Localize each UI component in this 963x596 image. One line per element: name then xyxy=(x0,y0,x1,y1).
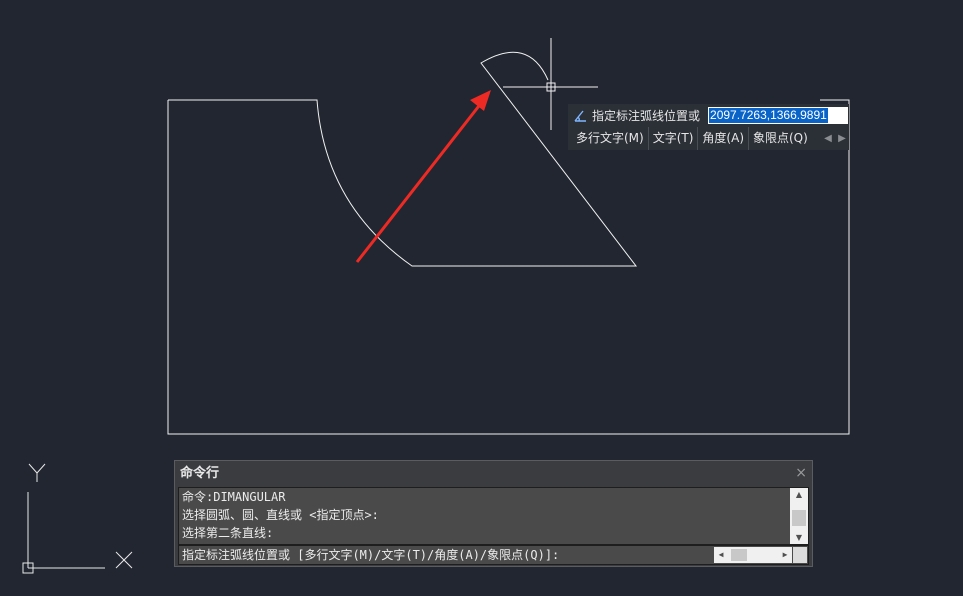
scroll-thumb[interactable] xyxy=(792,510,806,526)
command-history: 命令:DIMANGULAR 选择圆弧、圆、直线或 <指定顶点>: 选择第二条直线… xyxy=(178,487,809,545)
history-line: 选择圆弧、圆、直线或 <指定顶点>: xyxy=(182,508,379,522)
scroll-right-icon[interactable]: ▶ xyxy=(778,547,792,563)
history-line: 命令:DIMANGULAR xyxy=(182,490,286,504)
close-icon[interactable]: × xyxy=(795,461,807,486)
ucs-icon xyxy=(22,463,133,574)
history-line: 选择第二条直线: xyxy=(182,526,274,540)
history-vertical-scrollbar[interactable]: ▲ ▼ xyxy=(790,488,808,544)
options-next-icon[interactable]: ▶ xyxy=(835,133,849,144)
dimension-angle-icon xyxy=(572,108,588,124)
command-line-title: 命令行 × xyxy=(175,461,812,486)
scroll-up-icon[interactable]: ▲ xyxy=(790,488,808,501)
command-line-title-text: 命令行 xyxy=(180,466,220,481)
option-mtext[interactable]: 多行文字(M) xyxy=(568,127,649,150)
input-horizontal-scrollbar[interactable]: ◀ ▶ xyxy=(714,547,792,563)
coordinate-value[interactable]: 2097.7263,1366.9891 xyxy=(709,108,828,123)
scroll-thumb[interactable] xyxy=(731,549,747,561)
red-arrow-annotation xyxy=(355,90,491,263)
option-angle[interactable]: 角度(A) xyxy=(698,127,749,150)
scroll-left-icon[interactable]: ◀ xyxy=(714,547,728,563)
dynamic-input-options: 多行文字(M) 文字(T) 角度(A) 象限点(Q) ◀ ▶ xyxy=(568,127,849,150)
command-input[interactable]: 指定标注弧线位置或 [多行文字(M)/文字(T)/角度(A)/象限点(Q)]: … xyxy=(178,545,809,565)
dynamic-input-label: 指定标注弧线位置或 xyxy=(592,109,701,123)
options-prev-icon[interactable]: ◀ xyxy=(821,133,835,144)
command-line-window: 命令行 × 命令:DIMANGULAR 选择圆弧、圆、直线或 <指定顶点>: 选… xyxy=(174,460,813,567)
coordinate-input[interactable]: 2097.7263,1366.9891 xyxy=(708,107,849,124)
scroll-down-icon[interactable]: ▼ xyxy=(790,531,808,544)
dynamic-input-prompt: 指定标注弧线位置或 2097.7263,1366.9891 xyxy=(568,104,849,127)
option-quadrant[interactable]: 象限点(Q) xyxy=(749,127,812,150)
scrollbar-corner xyxy=(793,547,807,563)
command-prompt-text: 指定标注弧线位置或 [多行文字(M)/文字(T)/角度(A)/象限点(Q)]: xyxy=(182,548,560,562)
option-text[interactable]: 文字(T) xyxy=(649,127,699,150)
